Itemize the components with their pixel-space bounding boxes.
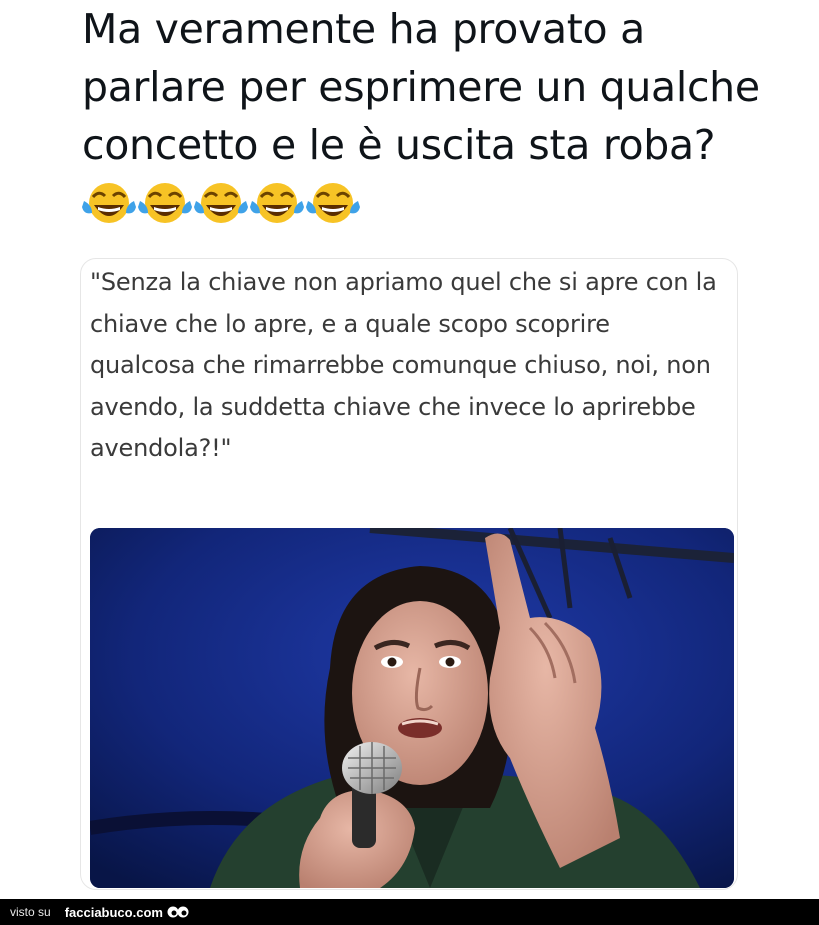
face-with-tears-of-joy-icon bbox=[138, 183, 192, 223]
headline-text: Ma veramente ha provato a parlare per es… bbox=[82, 5, 760, 169]
face-with-tears-of-joy-icon bbox=[194, 183, 248, 223]
post-headline: Ma veramente ha provato a parlare per es… bbox=[82, 0, 782, 232]
quoted-post-text: "Senza la chiave non apriamo quel che si… bbox=[90, 268, 717, 462]
face-with-tears-of-joy-icon bbox=[82, 183, 136, 223]
googly-eyes-icon bbox=[167, 906, 189, 918]
face-with-tears-of-joy-icon bbox=[306, 183, 360, 223]
speaker-photo-illustration bbox=[90, 528, 734, 888]
watermark-footer: visto su facciabuco.com bbox=[0, 899, 819, 925]
quoted-post-photo[interactable] bbox=[90, 528, 734, 888]
face-with-tears-of-joy-icon bbox=[250, 183, 304, 223]
facciabuco-brand[interactable]: facciabuco.com bbox=[65, 905, 163, 920]
emoji-group bbox=[82, 179, 362, 227]
visto-su-label: visto su bbox=[10, 905, 51, 919]
